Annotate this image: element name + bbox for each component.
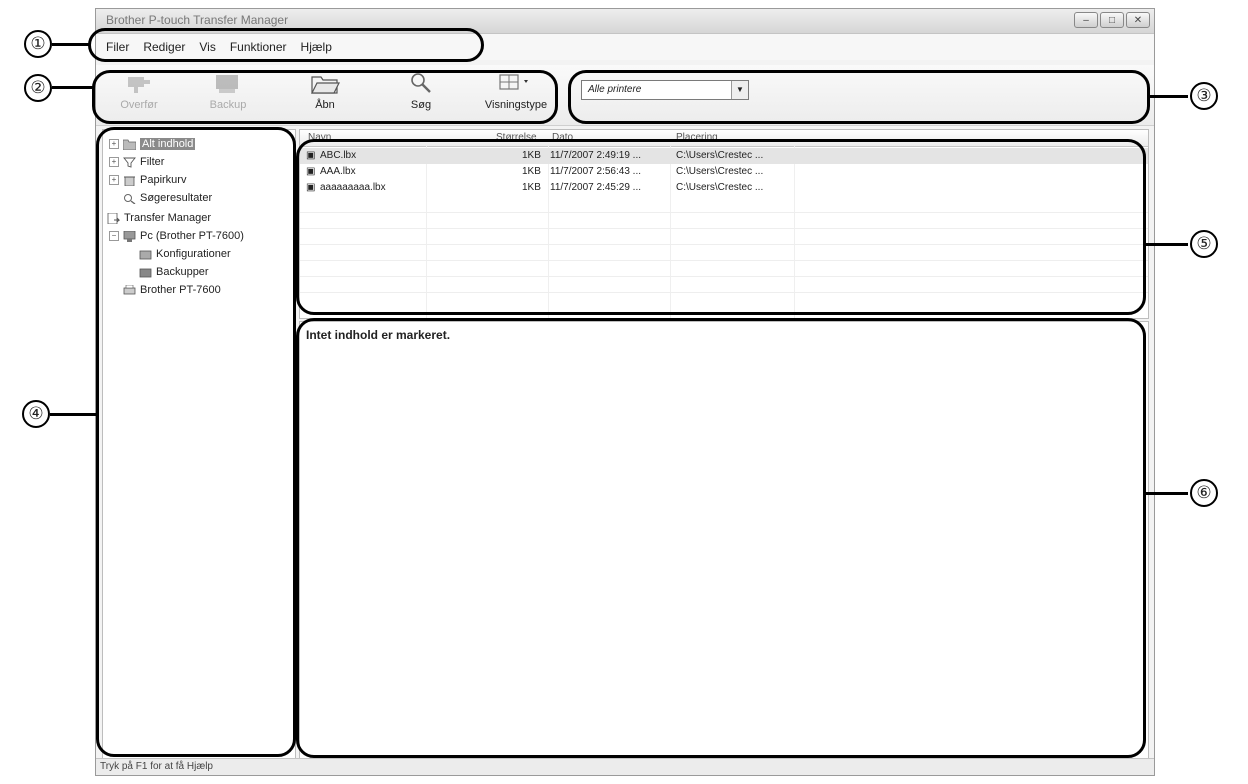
callout-number-4: ④ [22, 400, 50, 428]
close-button[interactable]: ✕ [1126, 12, 1150, 28]
callout-box-folder-tree [96, 127, 296, 757]
callout-line [52, 86, 94, 89]
window-controls: – □ ✕ [1074, 12, 1150, 28]
callout-box-preview [296, 318, 1146, 758]
status-bar: Tryk på F1 for at få Hjælp [96, 758, 1154, 775]
callout-number-3: ③ [1190, 82, 1218, 110]
callout-box-file-list [296, 139, 1146, 315]
callout-number-5: ⑤ [1190, 230, 1218, 258]
callout-line [50, 413, 98, 416]
callout-box-printer-list [568, 70, 1150, 124]
callout-box-menu-bar [88, 28, 484, 62]
callout-line [1150, 95, 1188, 98]
callout-line [52, 43, 90, 46]
callout-number-2: ② [24, 74, 52, 102]
status-text: Tryk på F1 for at få Hjælp [100, 761, 213, 772]
maximize-button[interactable]: □ [1100, 12, 1124, 28]
callout-number-1: ① [24, 30, 52, 58]
callout-number-6: ⑥ [1190, 479, 1218, 507]
minimize-button[interactable]: – [1074, 12, 1098, 28]
callout-line [1146, 243, 1188, 246]
callout-box-toolbar [92, 70, 558, 124]
callout-line [1146, 492, 1188, 495]
window-title: Brother P-touch Transfer Manager [106, 13, 289, 27]
